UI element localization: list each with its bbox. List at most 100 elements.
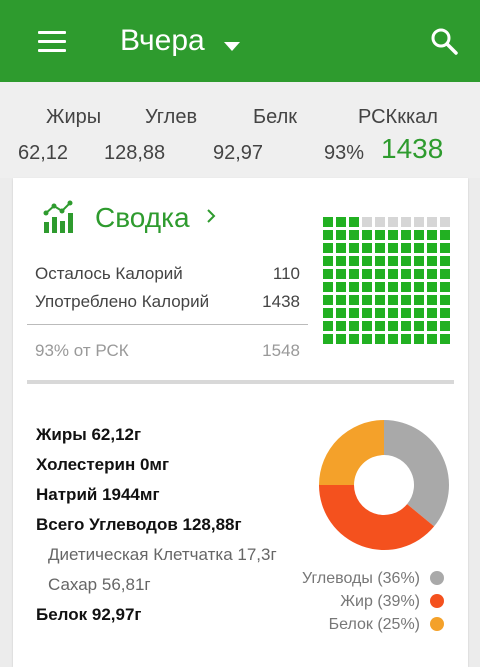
- grid-cell: [388, 243, 398, 253]
- grid-cell: [427, 308, 437, 318]
- grid-cell: [427, 269, 437, 279]
- calorie-progress-grid: [323, 217, 451, 345]
- grid-cell: [323, 217, 333, 227]
- legend-dot: [430, 617, 444, 631]
- grid-cell: [401, 217, 411, 227]
- nutrient-item: Диетическая Клетчатка 17,3г: [48, 545, 277, 564]
- grid-cell: [323, 308, 333, 318]
- grid-cell: [401, 256, 411, 266]
- grid-cell: [349, 308, 359, 318]
- remaining-calories-value: 110: [272, 264, 300, 283]
- grid-cell: [401, 230, 411, 240]
- app-bar: Вчера: [0, 0, 480, 82]
- grid-cell: [336, 230, 346, 240]
- grid-cell: [414, 334, 424, 344]
- grid-cell: [336, 243, 346, 253]
- grid-cell: [362, 243, 372, 253]
- section-divider: [27, 380, 454, 384]
- fat-label: Жиры: [46, 106, 102, 128]
- grid-cell: [401, 334, 411, 344]
- grid-cell: [349, 321, 359, 331]
- grid-cell: [427, 321, 437, 331]
- search-icon[interactable]: [430, 27, 458, 55]
- protein-value: 92,97: [213, 142, 264, 164]
- fat-value: 62,12: [18, 142, 69, 164]
- grid-cell: [375, 230, 385, 240]
- grid-cell: [401, 243, 411, 253]
- consumed-calories-value: 1438: [262, 292, 300, 311]
- macro-donut-chart: [319, 420, 449, 550]
- grid-cell: [349, 230, 359, 240]
- chevron-down-icon[interactable]: [224, 42, 240, 51]
- legend-label: Белок (25%): [328, 616, 420, 633]
- grid-cell: [388, 269, 398, 279]
- divider: [27, 324, 308, 325]
- grid-cell: [427, 295, 437, 305]
- grid-cell: [401, 282, 411, 292]
- rsk-target-value: 1548: [262, 341, 300, 360]
- grid-cell: [336, 321, 346, 331]
- grid-cell: [401, 269, 411, 279]
- grid-cell: [349, 217, 359, 227]
- grid-cell: [362, 269, 372, 279]
- carbs-label: Углев: [145, 106, 198, 128]
- carbs-value: 128,88: [104, 142, 166, 164]
- grid-cell: [440, 243, 450, 253]
- date-title[interactable]: Вчера: [120, 24, 205, 58]
- grid-cell: [375, 308, 385, 318]
- grid-cell: [323, 334, 333, 344]
- grid-cell: [336, 334, 346, 344]
- grid-cell: [427, 282, 437, 292]
- grid-cell: [414, 321, 424, 331]
- grid-cell: [362, 282, 372, 292]
- grid-cell: [362, 230, 372, 240]
- nutrient-item: Белок 92,97г: [36, 605, 142, 624]
- grid-cell: [414, 308, 424, 318]
- grid-cell: [427, 256, 437, 266]
- grid-cell: [362, 308, 372, 318]
- grid-cell: [427, 230, 437, 240]
- grid-cell: [388, 230, 398, 240]
- summary-title[interactable]: Сводка: [95, 202, 190, 234]
- grid-cell: [388, 256, 398, 266]
- grid-cell: [427, 243, 437, 253]
- grid-cell: [388, 295, 398, 305]
- grid-cell: [349, 243, 359, 253]
- grid-cell: [401, 308, 411, 318]
- nutrient-item: Холестерин 0мг: [36, 455, 170, 474]
- rsk-percent: 93%: [324, 142, 365, 164]
- grid-cell: [323, 282, 333, 292]
- grid-cell: [440, 217, 450, 227]
- grid-cell: [375, 243, 385, 253]
- grid-cell: [362, 295, 372, 305]
- grid-cell: [336, 295, 346, 305]
- donut-slice-3: [319, 420, 384, 485]
- grid-cell: [414, 217, 424, 227]
- grid-cell: [375, 217, 385, 227]
- grid-cell: [323, 243, 333, 253]
- menu-icon[interactable]: [38, 31, 66, 53]
- protein-label: Белк: [253, 106, 298, 128]
- grid-cell: [414, 243, 424, 253]
- macros-summary-bar: Жиры 62,12 Углев 128,88 Белк 92,97 РСКкк…: [0, 82, 480, 178]
- legend-dot: [430, 594, 444, 608]
- grid-cell: [375, 321, 385, 331]
- grid-cell: [336, 217, 346, 227]
- calories-value: 1438: [381, 133, 444, 164]
- grid-cell: [336, 269, 346, 279]
- grid-cell: [440, 269, 450, 279]
- grid-cell: [414, 269, 424, 279]
- chevron-right-icon[interactable]: [203, 208, 219, 224]
- grid-cell: [375, 256, 385, 266]
- grid-cell: [349, 295, 359, 305]
- grid-cell: [388, 321, 398, 331]
- grid-cell: [401, 295, 411, 305]
- grid-cell: [388, 334, 398, 344]
- grid-cell: [388, 282, 398, 292]
- grid-cell: [388, 217, 398, 227]
- grid-cell: [414, 282, 424, 292]
- grid-cell: [323, 321, 333, 331]
- summary-card: Сводка Осталось Калорий 110 Употреблено …: [13, 178, 468, 667]
- grid-cell: [362, 334, 372, 344]
- grid-cell: [336, 256, 346, 266]
